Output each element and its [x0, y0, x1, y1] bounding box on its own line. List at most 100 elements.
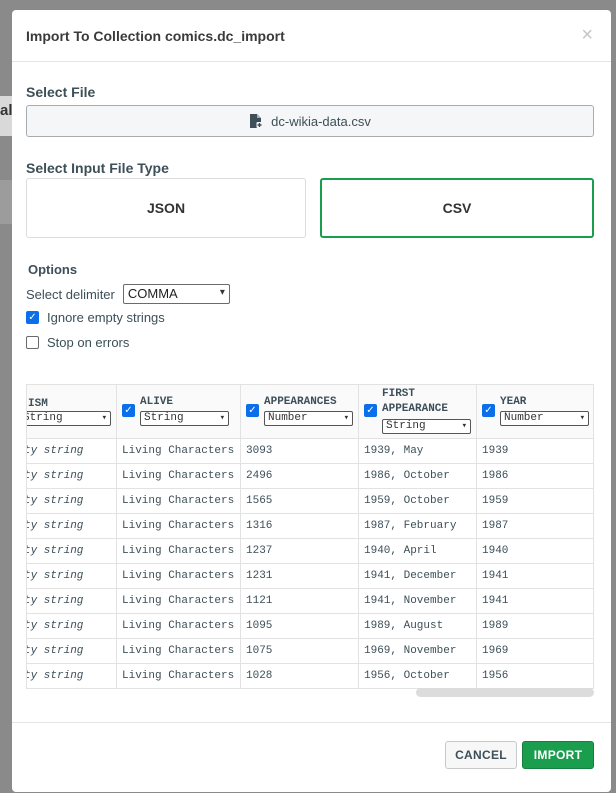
table-cell: 1565 — [241, 489, 358, 514]
table-cell: ty string — [27, 489, 116, 514]
stop-on-errors-checkbox[interactable] — [26, 336, 39, 349]
chevron-down-icon: ▾ — [461, 421, 467, 431]
column-cells: 1939 1986 1959 1987 1940 1941 1941 1989 … — [477, 439, 593, 688]
column-type-select[interactable]: Number ▾ — [500, 411, 589, 426]
table-cell: 1121 — [241, 589, 358, 614]
column-appearances: ✓ APPEARANCES Number ▾ 3093 2496 1565 131… — [241, 385, 359, 688]
table-cell: 1095 — [241, 614, 358, 639]
select-file-button[interactable]: dc-wikia-data.csv — [26, 105, 594, 137]
close-icon[interactable]: × — [581, 24, 593, 47]
table-cell: 1986 — [477, 464, 593, 489]
import-button[interactable]: IMPORT — [522, 741, 594, 769]
table-cell: ty string — [27, 639, 116, 664]
table-cell: Living Characters — [117, 514, 240, 539]
table-cell: 1941 — [477, 589, 593, 614]
column-alive: ✓ ALIVE String ▾ Living Characters Living… — [117, 385, 241, 688]
modal-title: Import To Collection comics.dc_import — [26, 28, 285, 44]
column-name-line: APPEARANCE — [382, 403, 449, 415]
column-include-checkbox[interactable]: ✓ — [246, 404, 259, 417]
table-cell: 1989 — [477, 614, 593, 639]
column-include-checkbox[interactable]: ✓ — [122, 404, 135, 417]
ignore-empty-checkbox[interactable]: ✓ — [26, 311, 39, 324]
table-cell: Living Characters — [117, 439, 240, 464]
table-cell: 1969 — [477, 639, 593, 664]
table-cell: 1940, April — [359, 539, 476, 564]
modal-header: Import To Collection comics.dc_import × — [12, 10, 611, 62]
column-type-value: String — [386, 420, 426, 432]
chevron-down-icon: ▾ — [343, 413, 349, 423]
table-cell: 1939, May — [359, 439, 476, 464]
column-type-select[interactable]: Number ▾ — [264, 411, 353, 426]
table-cell: ty string — [27, 564, 116, 589]
table-cell: 1956 — [477, 664, 593, 688]
column-ism: ISM String ▾ ty string ty string ty strin… — [26, 385, 117, 688]
table-cell: ty string — [27, 664, 116, 688]
table-cell: 1231 — [241, 564, 358, 589]
column-type-select[interactable]: String ▾ — [26, 411, 111, 426]
delimiter-value: COMMA — [127, 286, 178, 301]
table-cell: Living Characters — [117, 564, 240, 589]
column-type-value: String — [26, 412, 63, 424]
background-strip — [0, 180, 12, 224]
import-modal: Import To Collection comics.dc_import × … — [12, 10, 611, 792]
delimiter-select[interactable]: COMMA ▾ — [122, 284, 230, 304]
table-cell: 1987, February — [359, 514, 476, 539]
column-name: FIRST APPEARANCE — [382, 387, 448, 417]
chevron-down-icon: ▾ — [579, 413, 585, 423]
table-cell: ty string — [27, 539, 116, 564]
table-cell: ty string — [27, 614, 116, 639]
background-text: al — [0, 102, 12, 119]
table-cell: 1989, August — [359, 614, 476, 639]
table-cell: 1969, November — [359, 639, 476, 664]
column-header: ISM String ▾ — [26, 385, 116, 439]
ignore-empty-label: Ignore empty strings — [47, 310, 165, 325]
stop-on-errors-label: Stop on errors — [47, 335, 130, 350]
column-cells: Living Characters Living Characters Livi… — [117, 439, 240, 688]
table-cell: ty string — [27, 464, 116, 489]
column-include-checkbox[interactable]: ✓ — [364, 404, 377, 417]
table-cell: 1959, October — [359, 489, 476, 514]
column-name: ISM — [28, 398, 48, 410]
column-header: ✓ FIRST APPEARANCE String ▾ — [359, 385, 476, 439]
column-first-appearance: ✓ FIRST APPEARANCE String ▾ 1939, May 198… — [359, 385, 477, 688]
table-cell: Living Characters — [117, 664, 240, 688]
column-cells: 1939, May 1986, October 1959, October 19… — [359, 439, 476, 688]
table-cell: Living Characters — [117, 589, 240, 614]
table-cell: ty string — [27, 589, 116, 614]
column-header: ✓ APPEARANCES Number ▾ — [241, 385, 358, 439]
table-cell: 1075 — [241, 639, 358, 664]
table-cell: ty string — [27, 439, 116, 464]
stop-on-errors-row: Stop on errors — [26, 335, 129, 350]
table-cell: Living Characters — [117, 464, 240, 489]
table-cell: 1941 — [477, 564, 593, 589]
column-type-select[interactable]: String ▾ — [140, 411, 229, 426]
select-type-label: Select Input File Type — [26, 160, 169, 176]
cancel-button[interactable]: CANCEL — [445, 741, 517, 769]
table-cell: 1316 — [241, 514, 358, 539]
table-cell: Living Characters — [117, 539, 240, 564]
json-type-button[interactable]: JSON — [26, 178, 306, 238]
column-type-value: Number — [504, 412, 544, 424]
column-type-select[interactable]: String ▾ — [382, 419, 471, 434]
column-year: ✓ YEAR Number ▾ 1939 1986 1959 1987 1940 … — [477, 385, 593, 688]
table-cell: 1941, November — [359, 589, 476, 614]
column-cells: 3093 2496 1565 1316 1237 1231 1121 1095 … — [241, 439, 358, 688]
delimiter-label: Select delimiter — [26, 286, 115, 302]
column-header: ✓ YEAR Number ▾ — [477, 385, 593, 439]
horizontal-scrollbar[interactable] — [416, 688, 594, 697]
table-cell: Living Characters — [117, 614, 240, 639]
table-cell: 3093 — [241, 439, 358, 464]
table-cell: 1028 — [241, 664, 358, 688]
chevron-down-icon: ▾ — [219, 413, 225, 423]
table-cell: 1987 — [477, 514, 593, 539]
column-include-checkbox[interactable]: ✓ — [482, 404, 495, 417]
column-header: ✓ ALIVE String ▾ — [117, 385, 240, 439]
chevron-down-icon: ▾ — [219, 287, 225, 298]
preview-table: ISM String ▾ ty string ty string ty strin… — [26, 384, 594, 689]
table-cell: 1941, December — [359, 564, 476, 589]
csv-type-button[interactable]: CSV — [320, 178, 594, 238]
column-name-line: FIRST — [382, 388, 416, 400]
modal-footer: CANCEL IMPORT — [12, 722, 611, 792]
options-label: Options — [28, 262, 78, 277]
column-cells: ty string ty string ty string ty string … — [27, 439, 116, 688]
